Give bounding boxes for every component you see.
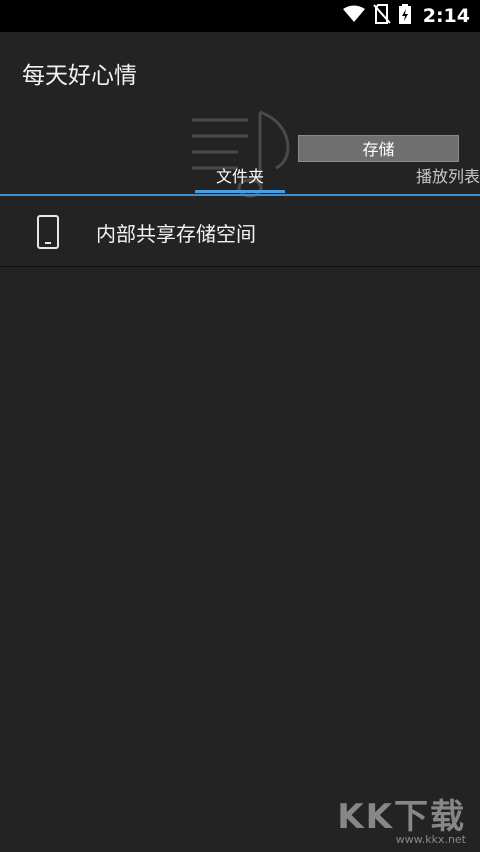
wifi-icon <box>342 5 365 27</box>
storage-button[interactable]: 存储 <box>298 135 459 162</box>
screen: 2:14 每天好心情 存储 文件夹 播放列表 内部共享存储空间 KK下载 www… <box>0 0 480 852</box>
list-item-internal-storage[interactable]: 内部共享存储空间 <box>0 196 480 267</box>
watermark-logo: KK下载 <box>337 797 466 837</box>
app-title: 每天好心情 <box>22 63 137 89</box>
list-item-label: 内部共享存储空间 <box>96 222 256 246</box>
status-icons: 2:14 <box>342 4 470 28</box>
site-watermark: KK下载 www.kkx.net <box>337 800 466 846</box>
status-time: 2:14 <box>422 5 470 27</box>
app-bar: 每天好心情 存储 文件夹 播放列表 <box>0 32 480 198</box>
tab-folders[interactable]: 文件夹 <box>195 162 285 192</box>
tab-playlists[interactable]: 播放列表 <box>400 162 480 192</box>
tab-selected-indicator <box>195 190 285 193</box>
phone-icon <box>36 214 60 250</box>
battery-charging-icon <box>398 4 411 28</box>
storage-list: 内部共享存储空间 <box>0 196 480 267</box>
no-sim-icon <box>372 4 391 28</box>
status-bar: 2:14 <box>0 0 480 32</box>
